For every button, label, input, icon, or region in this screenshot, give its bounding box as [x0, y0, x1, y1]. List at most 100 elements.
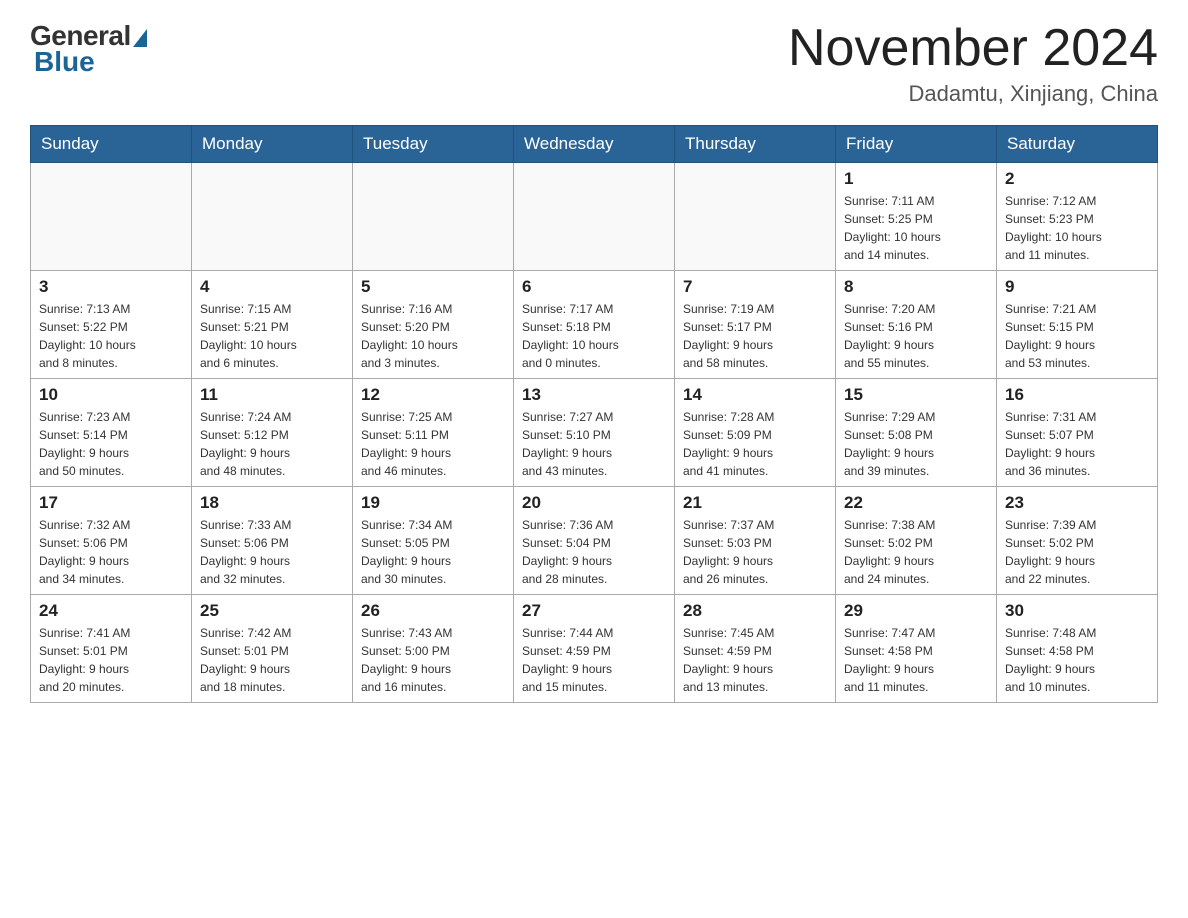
- day-number: 26: [361, 601, 505, 621]
- day-number: 11: [200, 385, 344, 405]
- day-number: 14: [683, 385, 827, 405]
- logo-blue-text: Blue: [30, 46, 95, 78]
- day-number: 4: [200, 277, 344, 297]
- day-of-week-header: Friday: [836, 126, 997, 163]
- calendar-day-cell: 4 Sunrise: 7:15 AMSunset: 5:21 PMDaylight…: [192, 271, 353, 379]
- day-of-week-header: Thursday: [675, 126, 836, 163]
- calendar-day-cell: 3 Sunrise: 7:13 AMSunset: 5:22 PMDaylight…: [31, 271, 192, 379]
- calendar-day-cell: 16 Sunrise: 7:31 AMSunset: 5:07 PMDayligh…: [997, 379, 1158, 487]
- day-info: Sunrise: 7:12 AMSunset: 5:23 PMDaylight:…: [1005, 192, 1149, 264]
- day-number: 13: [522, 385, 666, 405]
- day-info: Sunrise: 7:25 AMSunset: 5:11 PMDaylight:…: [361, 408, 505, 480]
- calendar-day-cell: [353, 163, 514, 271]
- day-number: 9: [1005, 277, 1149, 297]
- calendar-body: 1 Sunrise: 7:11 AMSunset: 5:25 PMDaylight…: [31, 163, 1158, 703]
- calendar-day-cell: 23 Sunrise: 7:39 AMSunset: 5:02 PMDayligh…: [997, 487, 1158, 595]
- day-number: 27: [522, 601, 666, 621]
- calendar-day-cell: 6 Sunrise: 7:17 AMSunset: 5:18 PMDaylight…: [514, 271, 675, 379]
- day-info: Sunrise: 7:36 AMSunset: 5:04 PMDaylight:…: [522, 516, 666, 588]
- day-info: Sunrise: 7:21 AMSunset: 5:15 PMDaylight:…: [1005, 300, 1149, 372]
- calendar-day-cell: 24Sunrise: 7:41 AMSunset: 5:01 PMDayligh…: [31, 595, 192, 703]
- calendar-week-row: 17Sunrise: 7:32 AMSunset: 5:06 PMDayligh…: [31, 487, 1158, 595]
- day-number: 19: [361, 493, 505, 513]
- month-title: November 2024: [788, 20, 1158, 77]
- day-of-week-header: Saturday: [997, 126, 1158, 163]
- calendar-day-cell: 2Sunrise: 7:12 AMSunset: 5:23 PMDaylight…: [997, 163, 1158, 271]
- logo: General Blue: [30, 20, 147, 78]
- day-info: Sunrise: 7:29 AMSunset: 5:08 PMDaylight:…: [844, 408, 988, 480]
- day-number: 30: [1005, 601, 1149, 621]
- calendar-day-cell: 25Sunrise: 7:42 AMSunset: 5:01 PMDayligh…: [192, 595, 353, 703]
- logo-triangle-icon: [133, 29, 147, 47]
- day-info: Sunrise: 7:45 AMSunset: 4:59 PMDaylight:…: [683, 624, 827, 696]
- day-info: Sunrise: 7:43 AMSunset: 5:00 PMDaylight:…: [361, 624, 505, 696]
- calendar-week-row: 3 Sunrise: 7:13 AMSunset: 5:22 PMDaylight…: [31, 271, 1158, 379]
- day-info: Sunrise: 7:47 AMSunset: 4:58 PMDaylight:…: [844, 624, 988, 696]
- calendar-day-cell: 18Sunrise: 7:33 AMSunset: 5:06 PMDayligh…: [192, 487, 353, 595]
- calendar-day-cell: 20 Sunrise: 7:36 AMSunset: 5:04 PMDayligh…: [514, 487, 675, 595]
- day-number: 18: [200, 493, 344, 513]
- calendar-day-cell: 11Sunrise: 7:24 AMSunset: 5:12 PMDayligh…: [192, 379, 353, 487]
- day-info: Sunrise: 7:17 AMSunset: 5:18 PMDaylight:…: [522, 300, 666, 372]
- calendar-day-cell: 29 Sunrise: 7:47 AMSunset: 4:58 PMDayligh…: [836, 595, 997, 703]
- calendar-day-cell: 26 Sunrise: 7:43 AMSunset: 5:00 PMDayligh…: [353, 595, 514, 703]
- calendar-day-cell: 22 Sunrise: 7:38 AMSunset: 5:02 PMDayligh…: [836, 487, 997, 595]
- calendar-day-cell: 15 Sunrise: 7:29 AMSunset: 5:08 PMDayligh…: [836, 379, 997, 487]
- day-info: Sunrise: 7:39 AMSunset: 5:02 PMDaylight:…: [1005, 516, 1149, 588]
- calendar-day-cell: 5Sunrise: 7:16 AMSunset: 5:20 PMDaylight…: [353, 271, 514, 379]
- calendar-day-cell: 28 Sunrise: 7:45 AMSunset: 4:59 PMDayligh…: [675, 595, 836, 703]
- calendar-day-cell: 27Sunrise: 7:44 AMSunset: 4:59 PMDayligh…: [514, 595, 675, 703]
- calendar-day-cell: 12Sunrise: 7:25 AMSunset: 5:11 PMDayligh…: [353, 379, 514, 487]
- calendar-day-cell: 7 Sunrise: 7:19 AMSunset: 5:17 PMDaylight…: [675, 271, 836, 379]
- day-info: Sunrise: 7:37 AMSunset: 5:03 PMDaylight:…: [683, 516, 827, 588]
- calendar-table: SundayMondayTuesdayWednesdayThursdayFrid…: [30, 125, 1158, 703]
- day-of-week-header: Wednesday: [514, 126, 675, 163]
- calendar-day-cell: 13 Sunrise: 7:27 AMSunset: 5:10 PMDayligh…: [514, 379, 675, 487]
- calendar-day-cell: 9 Sunrise: 7:21 AMSunset: 5:15 PMDaylight…: [997, 271, 1158, 379]
- location-text: Dadamtu, Xinjiang, China: [788, 81, 1158, 107]
- calendar-day-cell: 21 Sunrise: 7:37 AMSunset: 5:03 PMDayligh…: [675, 487, 836, 595]
- calendar-week-row: 10Sunrise: 7:23 AMSunset: 5:14 PMDayligh…: [31, 379, 1158, 487]
- day-of-week-header: Sunday: [31, 126, 192, 163]
- calendar-day-cell: 8Sunrise: 7:20 AMSunset: 5:16 PMDaylight…: [836, 271, 997, 379]
- day-number: 23: [1005, 493, 1149, 513]
- day-number: 16: [1005, 385, 1149, 405]
- calendar-day-cell: 14 Sunrise: 7:28 AMSunset: 5:09 PMDayligh…: [675, 379, 836, 487]
- day-info: Sunrise: 7:15 AMSunset: 5:21 PMDaylight:…: [200, 300, 344, 372]
- calendar-week-row: 24Sunrise: 7:41 AMSunset: 5:01 PMDayligh…: [31, 595, 1158, 703]
- days-of-week-row: SundayMondayTuesdayWednesdayThursdayFrid…: [31, 126, 1158, 163]
- day-of-week-header: Monday: [192, 126, 353, 163]
- calendar-day-cell: [31, 163, 192, 271]
- day-number: 3: [39, 277, 183, 297]
- day-info: Sunrise: 7:31 AMSunset: 5:07 PMDaylight:…: [1005, 408, 1149, 480]
- day-info: Sunrise: 7:42 AMSunset: 5:01 PMDaylight:…: [200, 624, 344, 696]
- calendar-day-cell: 1 Sunrise: 7:11 AMSunset: 5:25 PMDaylight…: [836, 163, 997, 271]
- day-info: Sunrise: 7:28 AMSunset: 5:09 PMDaylight:…: [683, 408, 827, 480]
- day-info: Sunrise: 7:19 AMSunset: 5:17 PMDaylight:…: [683, 300, 827, 372]
- day-number: 29: [844, 601, 988, 621]
- day-info: Sunrise: 7:48 AMSunset: 4:58 PMDaylight:…: [1005, 624, 1149, 696]
- day-info: Sunrise: 7:32 AMSunset: 5:06 PMDaylight:…: [39, 516, 183, 588]
- day-info: Sunrise: 7:20 AMSunset: 5:16 PMDaylight:…: [844, 300, 988, 372]
- day-number: 6: [522, 277, 666, 297]
- day-info: Sunrise: 7:27 AMSunset: 5:10 PMDaylight:…: [522, 408, 666, 480]
- day-number: 1: [844, 169, 988, 189]
- day-of-week-header: Tuesday: [353, 126, 514, 163]
- day-info: Sunrise: 7:41 AMSunset: 5:01 PMDaylight:…: [39, 624, 183, 696]
- calendar-header: SundayMondayTuesdayWednesdayThursdayFrid…: [31, 126, 1158, 163]
- day-number: 20: [522, 493, 666, 513]
- day-info: Sunrise: 7:23 AMSunset: 5:14 PMDaylight:…: [39, 408, 183, 480]
- day-number: 22: [844, 493, 988, 513]
- day-info: Sunrise: 7:16 AMSunset: 5:20 PMDaylight:…: [361, 300, 505, 372]
- day-info: Sunrise: 7:38 AMSunset: 5:02 PMDaylight:…: [844, 516, 988, 588]
- calendar-day-cell: 19 Sunrise: 7:34 AMSunset: 5:05 PMDayligh…: [353, 487, 514, 595]
- day-number: 21: [683, 493, 827, 513]
- day-number: 15: [844, 385, 988, 405]
- day-info: Sunrise: 7:11 AMSunset: 5:25 PMDaylight:…: [844, 192, 988, 264]
- calendar-day-cell: 17Sunrise: 7:32 AMSunset: 5:06 PMDayligh…: [31, 487, 192, 595]
- page-header: General Blue November 2024 Dadamtu, Xinj…: [30, 20, 1158, 107]
- day-number: 7: [683, 277, 827, 297]
- day-number: 28: [683, 601, 827, 621]
- day-info: Sunrise: 7:13 AMSunset: 5:22 PMDaylight:…: [39, 300, 183, 372]
- day-info: Sunrise: 7:34 AMSunset: 5:05 PMDaylight:…: [361, 516, 505, 588]
